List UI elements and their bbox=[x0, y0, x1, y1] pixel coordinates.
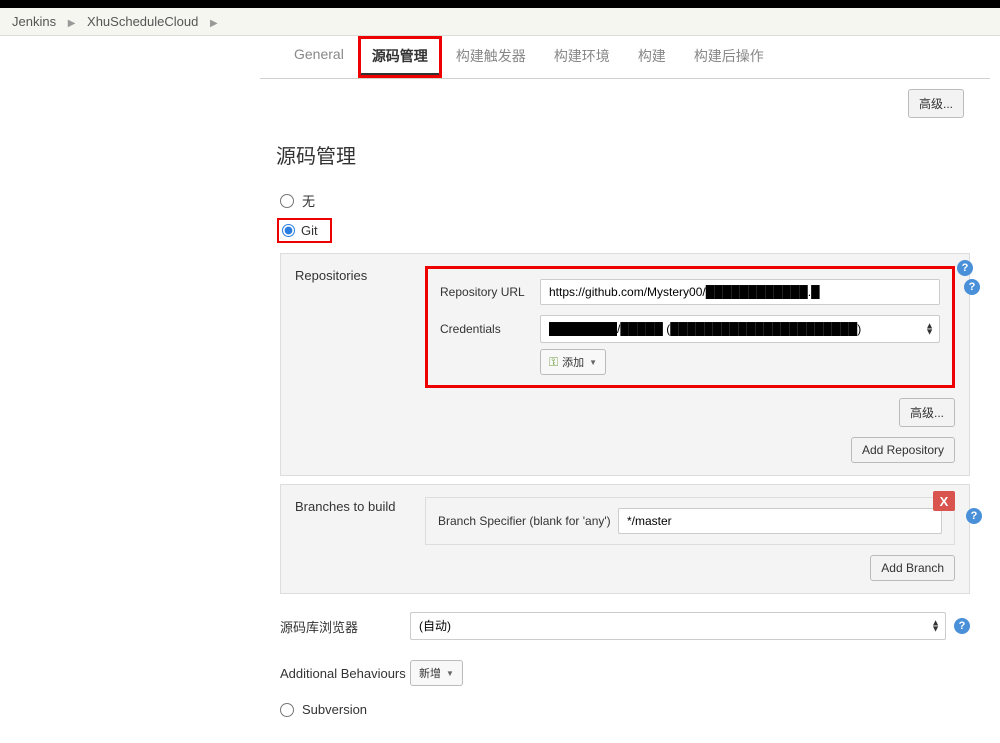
radio-subversion-label: Subversion bbox=[302, 702, 367, 717]
radio-git-label: Git bbox=[301, 223, 318, 238]
help-icon[interactable]: ? bbox=[957, 260, 973, 276]
advanced-button[interactable]: 高级... bbox=[908, 89, 964, 118]
repo-url-label: Repository URL bbox=[440, 285, 540, 299]
branch-spec-label: Branch Specifier (blank for 'any') bbox=[438, 514, 618, 528]
help-icon[interactable]: ? bbox=[964, 279, 980, 295]
new-behaviour-label: 新增 bbox=[419, 665, 441, 681]
tab-triggers[interactable]: 构建触发器 bbox=[442, 36, 540, 78]
radio-none-label: 无 bbox=[302, 191, 315, 210]
branch-spec-input[interactable] bbox=[618, 508, 942, 534]
breadcrumb-project[interactable]: XhuScheduleCloud bbox=[87, 14, 198, 29]
window-top-bar bbox=[0, 0, 1000, 8]
tab-general[interactable]: General bbox=[280, 36, 358, 78]
chevron-down-icon: ▼ bbox=[446, 669, 454, 678]
add-credential-button[interactable]: ⚿ 添加 ▼ bbox=[540, 349, 606, 375]
key-icon: ⚿ bbox=[549, 355, 558, 370]
credentials-select[interactable]: ████████/█████ (██████████████████████) bbox=[540, 315, 940, 343]
repo-url-input[interactable] bbox=[540, 279, 940, 305]
branches-label: Branches to build bbox=[295, 497, 425, 581]
tab-scm[interactable]: 源码管理 bbox=[361, 39, 439, 75]
tab-build[interactable]: 构建 bbox=[624, 36, 680, 78]
highlight-repo-box: Repository URL ? Credentials ████████/██… bbox=[425, 266, 955, 388]
add-credential-label: 添加 bbox=[562, 354, 584, 370]
main-content: General 源码管理 构建触发器 构建环境 构建 构建后操作 高级... 源… bbox=[260, 36, 1000, 743]
credentials-label: Credentials bbox=[440, 322, 540, 336]
add-repository-button[interactable]: Add Repository bbox=[851, 437, 955, 463]
repositories-block: Repositories Repository URL ? Credential… bbox=[280, 253, 970, 476]
repo-browser-select[interactable]: (自动) bbox=[410, 612, 946, 640]
new-behaviour-button[interactable]: 新增 ▼ bbox=[410, 660, 463, 686]
radio-none-row[interactable]: 无 bbox=[260, 185, 990, 216]
delete-branch-button[interactable]: X bbox=[933, 491, 955, 511]
section-title-scm: 源码管理 bbox=[260, 134, 990, 185]
radio-none[interactable] bbox=[280, 194, 294, 208]
tab-bar: General 源码管理 构建触发器 构建环境 构建 构建后操作 bbox=[260, 36, 990, 79]
breadcrumb: Jenkins ▶ XhuScheduleCloud ▶ bbox=[0, 8, 1000, 36]
radio-subversion-row[interactable]: Subversion bbox=[260, 696, 990, 723]
breadcrumb-sep-icon: ▶ bbox=[68, 18, 76, 29]
help-icon[interactable]: ? bbox=[954, 618, 970, 634]
help-icon[interactable]: ? bbox=[966, 508, 982, 524]
repo-browser-label: 源码库浏览器 bbox=[280, 617, 410, 636]
chevron-down-icon: ▼ bbox=[589, 358, 597, 367]
radio-subversion[interactable] bbox=[280, 703, 294, 717]
close-icon: X bbox=[940, 494, 949, 509]
branches-block: Branches to build X Branch Specifier (bl… bbox=[280, 484, 970, 594]
tab-env[interactable]: 构建环境 bbox=[540, 36, 624, 78]
repositories-label: Repositories bbox=[295, 266, 425, 463]
repo-advanced-button[interactable]: 高级... bbox=[899, 398, 955, 427]
tab-post[interactable]: 构建后操作 bbox=[680, 36, 778, 78]
additional-behaviours-row: Additional Behaviours 新增 ▼ bbox=[260, 650, 990, 696]
branch-box: X Branch Specifier (blank for 'any') ? bbox=[425, 497, 955, 545]
highlight-git-radio: Git bbox=[277, 218, 332, 243]
highlight-scm-tab: 源码管理 bbox=[358, 36, 442, 78]
left-sidebar bbox=[0, 36, 260, 743]
behaviours-label: Additional Behaviours bbox=[280, 666, 410, 681]
breadcrumb-jenkins[interactable]: Jenkins bbox=[12, 14, 56, 29]
repo-browser-row: 源码库浏览器 (自动) ▲▼ ? bbox=[260, 602, 990, 650]
radio-git[interactable] bbox=[282, 224, 295, 237]
breadcrumb-sep-icon: ▶ bbox=[210, 18, 218, 29]
